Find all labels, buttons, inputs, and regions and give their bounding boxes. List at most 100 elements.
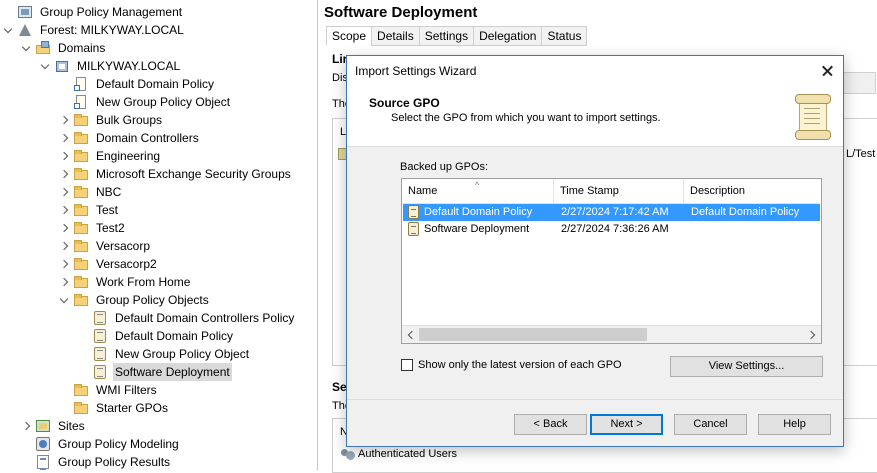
chevron-right-icon[interactable] [58, 201, 70, 219]
chevron-right-icon[interactable] [58, 273, 70, 291]
security-row-authenticated-users[interactable]: Authenticated Users [340, 446, 457, 462]
latest-version-checkbox-label: Show only the latest version of each GPO [418, 359, 622, 371]
tree-item[interactable]: NBC [58, 183, 123, 201]
chevron-right-icon[interactable] [58, 165, 70, 183]
row-name: Software Deployment [424, 223, 530, 235]
chevron-right-icon[interactable] [58, 129, 70, 147]
tab-details[interactable]: Details [371, 26, 419, 46]
tree-item[interactable]: Versacorp2 [58, 255, 159, 273]
column-header-timestamp[interactable]: Time Stamp [554, 179, 684, 203]
latest-version-checkbox[interactable] [401, 359, 413, 371]
tab-settings[interactable]: Settings [418, 26, 474, 46]
tree-item[interactable]: Group Policy Results [20, 453, 172, 471]
backed-up-gpos-list[interactable]: ^ Name Time Stamp Description Default Do… [401, 178, 822, 344]
security-filtering-heading: Se [332, 380, 347, 394]
chevron-right-icon[interactable] [58, 219, 70, 237]
dialog-title: Import Settings Wizard [355, 64, 477, 78]
list-item[interactable]: Software Deployment 2/27/2024 7:36:26 AM [403, 221, 820, 238]
tree-item-label: New Group Policy Object [96, 95, 231, 109]
tree-item-label: Bulk Groups [96, 113, 163, 127]
forest-icon [17, 22, 33, 38]
scrollbar-thumb[interactable] [419, 328, 647, 341]
tab-status[interactable]: Status [541, 26, 588, 46]
tree-item[interactable]: Starter GPOs [58, 399, 170, 417]
column-header-description[interactable]: Description [684, 179, 821, 203]
tree-item-label: Starter GPOs [96, 401, 169, 415]
tree-item[interactable]: MILKYWAY.LOCAL [39, 57, 182, 75]
tree-item[interactable]: WMI Filters [58, 381, 159, 399]
tab-scope[interactable]: Scope [326, 26, 372, 46]
chevron-down-icon[interactable] [20, 39, 32, 57]
ou-folder-icon [73, 148, 89, 164]
row-description: Default Domain Policy [691, 206, 800, 218]
wizard-step-title: Source GPO [369, 96, 440, 110]
tree-item[interactable]: Bulk Groups [58, 111, 164, 129]
tree-item[interactable]: Domains [20, 39, 107, 57]
dialog-titlebar[interactable]: Import Settings Wizard [347, 56, 843, 86]
chevron-right-icon[interactable] [58, 183, 70, 201]
tree-item[interactable]: Default Domain Policy [58, 75, 216, 93]
chevron-right-icon[interactable] [58, 111, 70, 129]
tree-item-label: Default Domain Controllers Policy [115, 311, 295, 325]
tree-item-label: Test [96, 203, 119, 217]
tree-item[interactable]: New Group Policy Object [77, 345, 251, 363]
chevron-right-icon[interactable] [58, 147, 70, 165]
tree-item-label: Default Domain Policy [96, 77, 215, 91]
tree-item[interactable]: Group Policy Modeling [20, 435, 181, 453]
domains-icon [35, 40, 51, 56]
domain-icon [54, 58, 70, 74]
tree-item[interactable]: Versacorp [58, 237, 152, 255]
tree-item[interactable]: Domain Controllers [58, 129, 201, 147]
chevron-right-icon[interactable] [20, 417, 32, 435]
tree-item[interactable]: Group Policy Objects [58, 291, 211, 309]
tree-item[interactable]: Sites [20, 417, 87, 435]
tree-item[interactable]: Test2 [58, 219, 127, 237]
tree-item-label: Forest: MILKYWAY.LOCAL [40, 23, 184, 37]
close-icon[interactable] [815, 59, 839, 83]
ou-folder-icon [73, 184, 89, 200]
footer-divider [347, 399, 843, 400]
gpo-backup-icon [407, 205, 421, 220]
tree-item[interactable]: Work From Home [58, 273, 192, 291]
scroll-left-icon[interactable] [402, 326, 419, 343]
chevron-right-icon[interactable] [58, 255, 70, 273]
column-header-name[interactable]: ^ Name [402, 179, 554, 203]
chevron-down-icon[interactable] [39, 57, 51, 75]
help-button[interactable]: Help [758, 414, 831, 435]
tab-bar: Scope Details Settings Delegation Status [326, 26, 588, 46]
tree-item[interactable]: Software Deployment [77, 363, 232, 381]
tree-item[interactable]: Group Policy Management [2, 3, 184, 21]
gpo-scroll-icon [92, 328, 108, 344]
backed-up-gpos-label: Backed up GPOs: [400, 161, 489, 173]
latest-version-checkbox-row[interactable]: Show only the latest version of each GPO [401, 359, 622, 371]
gpm-icon [17, 4, 33, 20]
tab-delegation[interactable]: Delegation [473, 26, 542, 46]
tree-item[interactable]: Forest: MILKYWAY.LOCAL [2, 21, 186, 39]
row-name: Default Domain Policy [424, 206, 533, 218]
tree-item-label: Default Domain Policy [115, 329, 234, 343]
scroll-icon [795, 94, 831, 140]
tree-item[interactable]: Default Domain Policy [77, 327, 235, 345]
scroll-right-icon[interactable] [804, 326, 821, 343]
back-button[interactable]: < Back [514, 414, 587, 435]
tree-item[interactable]: New Group Policy Object [58, 93, 232, 111]
chevron-down-icon[interactable] [58, 291, 70, 309]
ou-folder-icon [73, 382, 89, 398]
tree-item[interactable]: Microsoft Exchange Security Groups [58, 165, 293, 183]
gpo-scroll-icon [92, 310, 108, 326]
cancel-button[interactable]: Cancel [674, 414, 747, 435]
chevron-down-icon[interactable] [2, 21, 14, 39]
tree-item[interactable]: Default Domain Controllers Policy [77, 309, 296, 327]
chevron-right-icon[interactable] [58, 237, 70, 255]
tree-item[interactable]: Engineering [58, 147, 162, 165]
horizontal-scrollbar[interactable] [402, 325, 821, 343]
view-settings-button[interactable]: View Settings... [670, 356, 823, 377]
tree-item-label: NBC [96, 185, 122, 199]
list-item[interactable]: Default Domain Policy 2/27/2024 7:17:42 … [403, 204, 820, 221]
tree-item[interactable]: Test [58, 201, 120, 219]
next-button[interactable]: Next > [590, 414, 663, 435]
tree-item-label: Group Policy Results [58, 455, 171, 469]
